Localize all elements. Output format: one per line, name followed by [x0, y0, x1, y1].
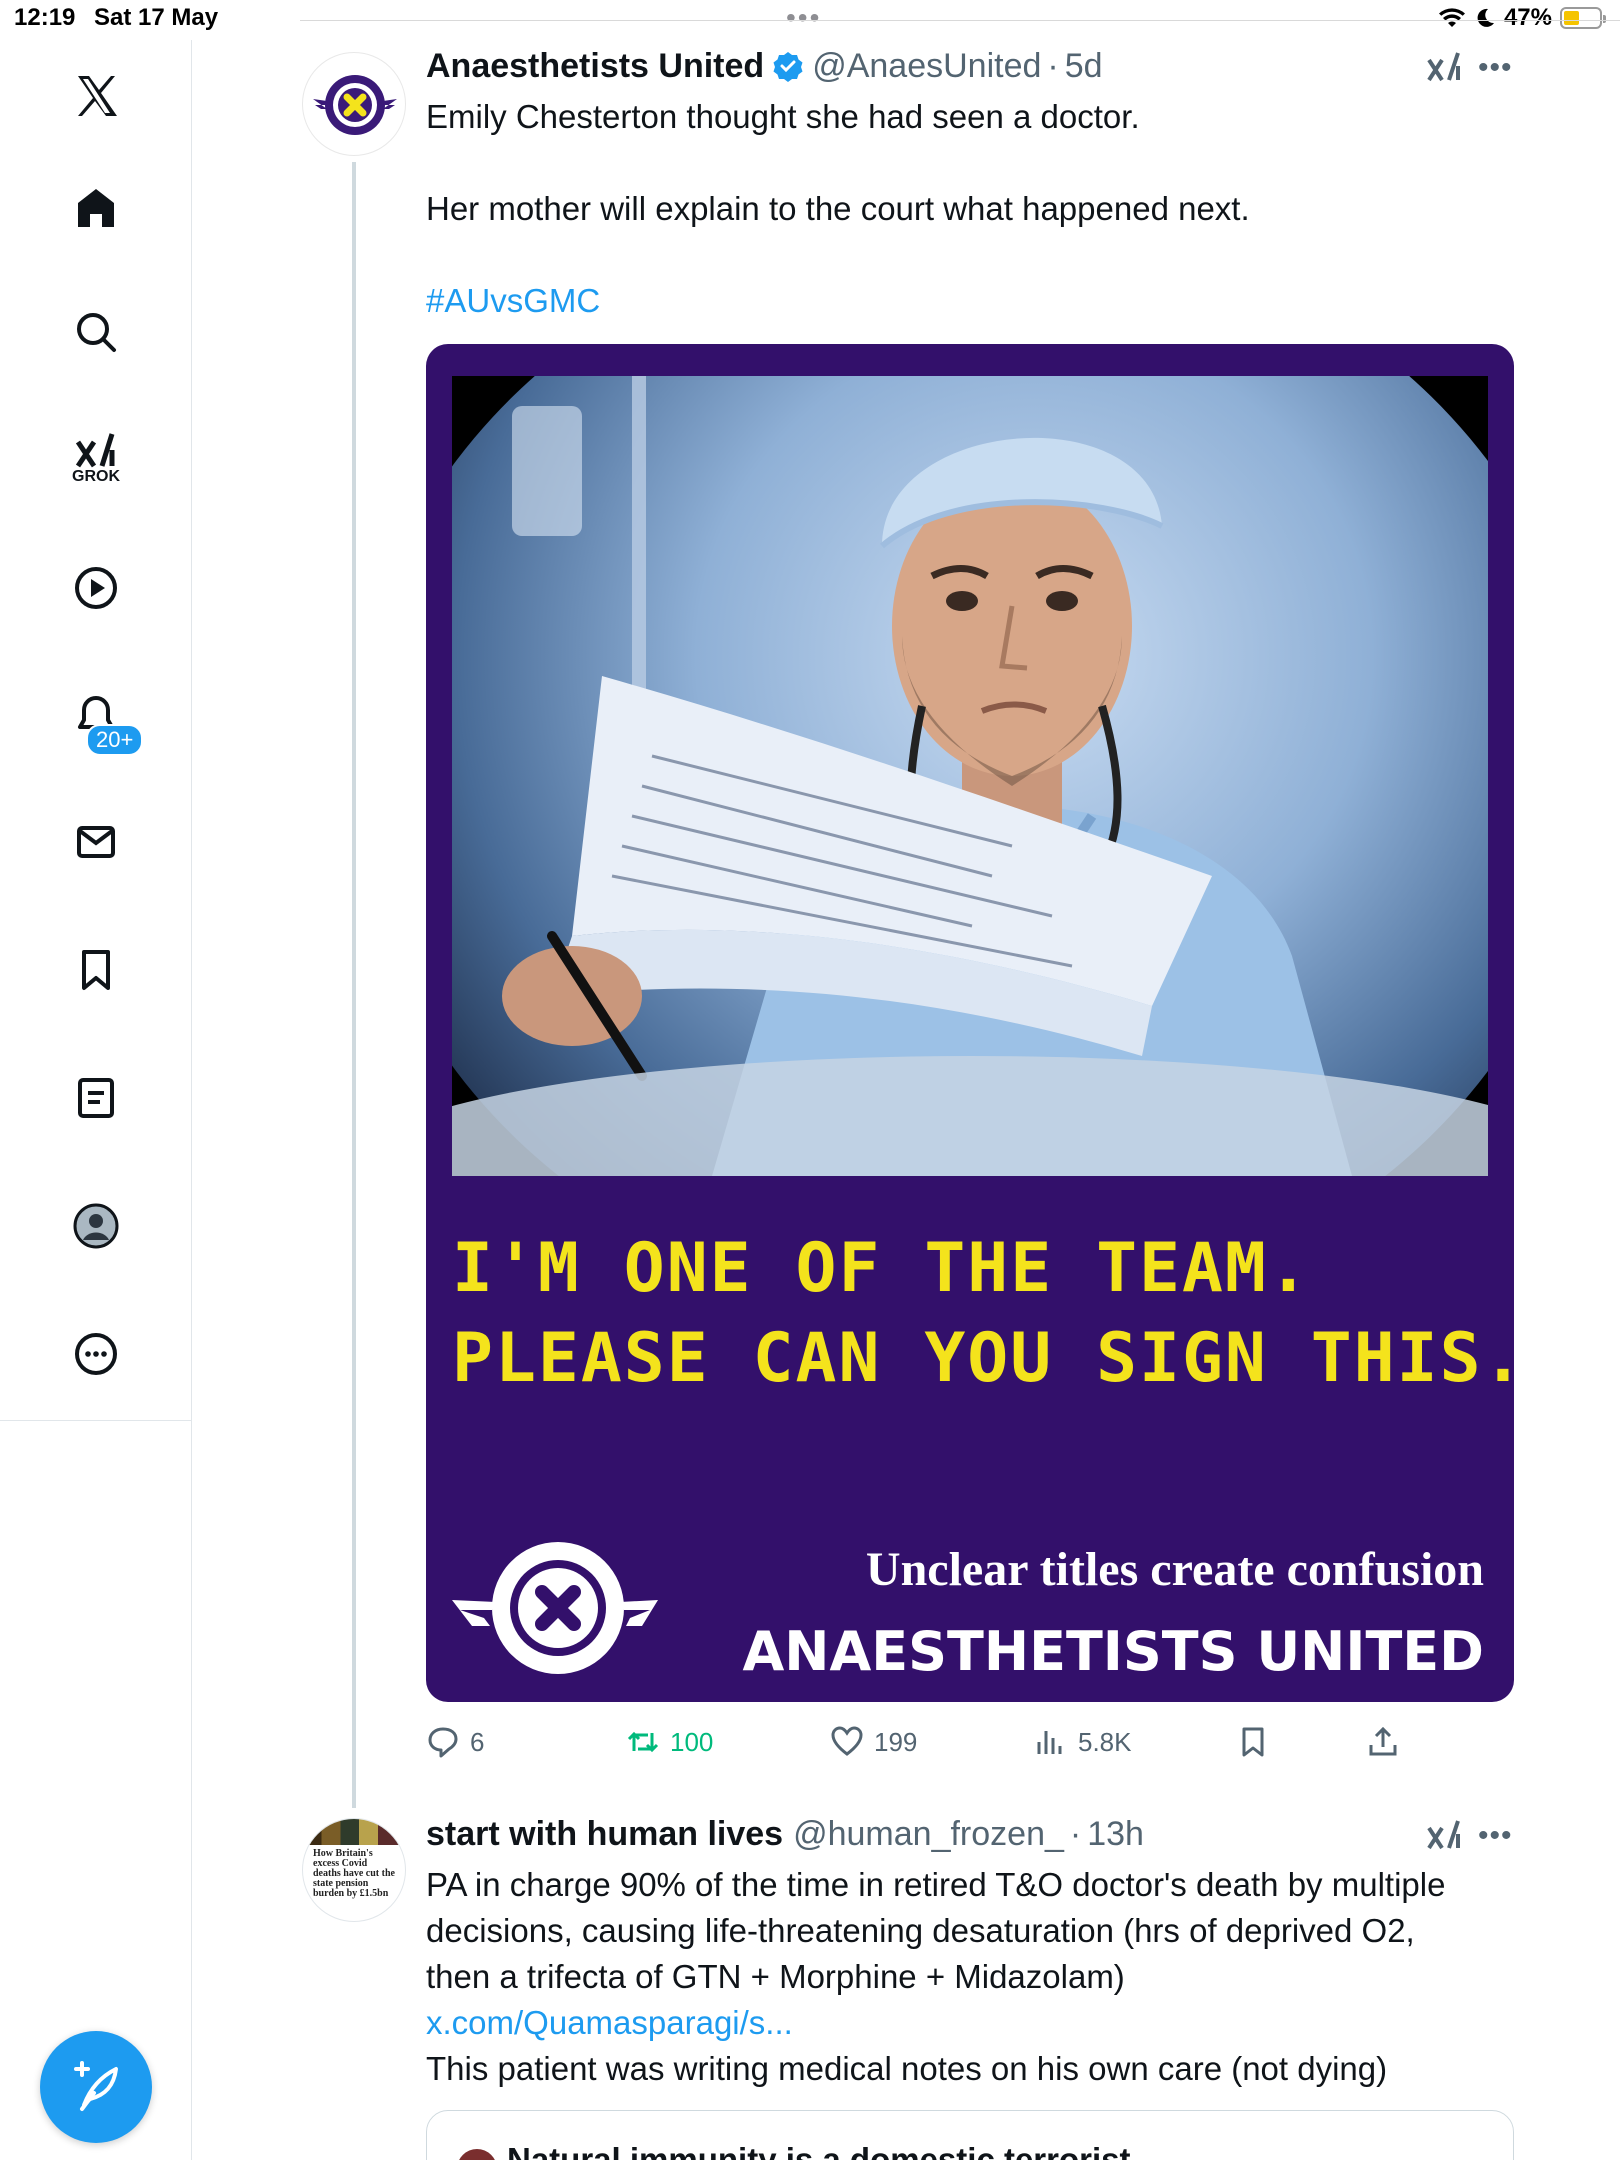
envelope-icon: [77, 826, 115, 858]
tweet-header: start with human lives @human_frozen_ · …: [426, 1812, 1144, 1856]
more-options-icon[interactable]: •••: [1478, 1821, 1513, 1851]
tweet-text: PA in charge 90% of the time in retired …: [426, 1862, 1526, 2092]
top-divider: [300, 20, 1620, 21]
views-chart-icon: [1037, 1731, 1062, 1754]
compose-button[interactable]: [40, 2031, 152, 2143]
status-right: 47%: [1438, 4, 1606, 32]
home-icon: [78, 189, 114, 227]
headline-line-1: I'M ONE OF THE TEAM.: [452, 1229, 1311, 1308]
repost-icon: [627, 1731, 659, 1753]
doctor-photo: [452, 376, 1488, 1176]
media-headline: I'M ONE OF THE TEAM. PLEASE CAN YOU SIGN…: [452, 1224, 1514, 1404]
play-icon: [75, 567, 117, 609]
verified-badge-icon: [773, 52, 803, 82]
sidebar-item-grok[interactable]: GROK: [66, 422, 126, 485]
grok-label: GROK: [72, 468, 120, 485]
more-circle-icon: [75, 1333, 117, 1375]
media-caption-1: Unclear titles create confusion: [865, 1543, 1484, 1596]
tweet-media-image[interactable]: I'M ONE OF THE TEAM. PLEASE CAN YOU SIGN…: [426, 344, 1514, 1702]
avatar[interactable]: How Britain's excess Covid deaths have c…: [302, 1818, 406, 1922]
battery-percent: 47%: [1503, 4, 1552, 31]
notifications-badge: 20+: [86, 724, 144, 756]
author-handle[interactable]: @human_frozen_: [793, 1815, 1064, 1854]
like-button[interactable]: 199: [830, 1722, 917, 1762]
avatar[interactable]: [302, 52, 406, 156]
reply-button[interactable]: 6: [426, 1722, 484, 1762]
wifi-icon: [1438, 8, 1465, 27]
status-time: 12:19: [14, 4, 76, 31]
sidebar-item-videos[interactable]: [66, 558, 126, 618]
tweet-actions: 6 100 199 5.8K: [426, 1722, 1526, 1762]
sidebar-item-bookmarks[interactable]: [66, 940, 126, 1000]
quote-avatar: [457, 2149, 497, 2160]
bookmark-icon: [82, 950, 110, 990]
sidebar-item-explore[interactable]: [66, 302, 126, 362]
media-caption-2: ANAESTHETISTS UNITED: [742, 1620, 1485, 1683]
quoted-tweet[interactable]: Natural immunity is a domestic terrorist: [426, 2110, 1514, 2160]
tweet-line: PA in charge 90% of the time in retired …: [426, 1866, 1446, 1903]
sidebar-item-lists[interactable]: [66, 1068, 126, 1128]
tweet-header: Anaesthetists United @AnaesUnited · 5d: [426, 44, 1103, 88]
reply-icon: [428, 1727, 458, 1758]
sidebar-item-messages[interactable]: [66, 812, 126, 872]
list-icon: [78, 1078, 114, 1118]
tweet-time[interactable]: 5d: [1065, 47, 1103, 86]
hashtag-link[interactable]: #AUvsGMC: [426, 278, 1486, 324]
share-icon: [1369, 1726, 1397, 1756]
repost-button[interactable]: 100: [626, 1722, 713, 1762]
multitasking-handle[interactable]: •••: [786, 4, 821, 32]
repost-count: 100: [670, 1726, 714, 1757]
grok-analyze-icon[interactable]: [1424, 1816, 1464, 1856]
views-button[interactable]: 5.8K: [1034, 1722, 1132, 1762]
anaesthetists-united-logo-icon: [313, 75, 397, 135]
share-button[interactable]: [1366, 1722, 1400, 1762]
views-count: 5.8K: [1078, 1726, 1132, 1757]
author-name[interactable]: Anaesthetists United: [426, 47, 764, 86]
tweet-time[interactable]: 13h: [1087, 1815, 1144, 1854]
more-options-icon[interactable]: •••: [1478, 53, 1513, 83]
separator-dot: ·: [1047, 46, 1059, 85]
grok-analyze-icon[interactable]: [1424, 48, 1464, 88]
tweet-line: then a trifecta of GTN + Morphine + Mida…: [426, 1958, 1125, 1995]
feather-plus-icon: [74, 2061, 118, 2111]
avatar-text: How Britain's excess Covid deaths have c…: [313, 1848, 395, 1899]
author-handle[interactable]: @AnaesUnited: [812, 47, 1041, 86]
profile-avatar-icon: [73, 1203, 119, 1249]
reply-count: 6: [470, 1726, 485, 1757]
bookmark-icon: [1242, 1727, 1264, 1757]
heart-icon: [831, 1726, 863, 1756]
moon-icon: [1477, 8, 1494, 27]
sidebar-item-home[interactable]: [66, 178, 126, 238]
thread-line: [352, 162, 356, 1808]
status-date: Sat 17 May: [94, 4, 219, 31]
separator-dot: ·: [1069, 1814, 1082, 1853]
sidebar-item-profile[interactable]: [66, 1196, 126, 1256]
tweet-text: Emily Chesterton thought she had seen a …: [426, 94, 1486, 324]
sidebar: GROK 20+: [0, 40, 192, 2160]
tweet-line: decisions, causing life-threatening desa…: [426, 1912, 1415, 1949]
bookmark-button[interactable]: [1236, 1722, 1270, 1762]
tweet-link[interactable]: x.com/Quamasparagi/s...: [426, 2000, 1526, 2046]
tweet-line: Her mother will explain to the court wha…: [426, 190, 1250, 227]
like-count: 199: [874, 1726, 918, 1757]
tweet-line: Emily Chesterton thought she had seen a …: [426, 98, 1140, 135]
sidebar-divider: [0, 1420, 192, 1421]
winged-x-logo-icon: [452, 1542, 658, 1674]
x-logo-icon[interactable]: [66, 66, 126, 126]
search-icon: [77, 313, 116, 352]
tweet-line: This patient was writing medical notes o…: [426, 2050, 1388, 2087]
battery-icon: [1560, 7, 1606, 29]
author-name[interactable]: start with human lives: [426, 1815, 783, 1854]
headline-line-2: PLEASE CAN YOU SIGN THIS.: [452, 1319, 1514, 1398]
sidebar-item-more[interactable]: [66, 1324, 126, 1384]
quote-author-name: Natural immunity is a domestic terrorist: [507, 2141, 1131, 2160]
